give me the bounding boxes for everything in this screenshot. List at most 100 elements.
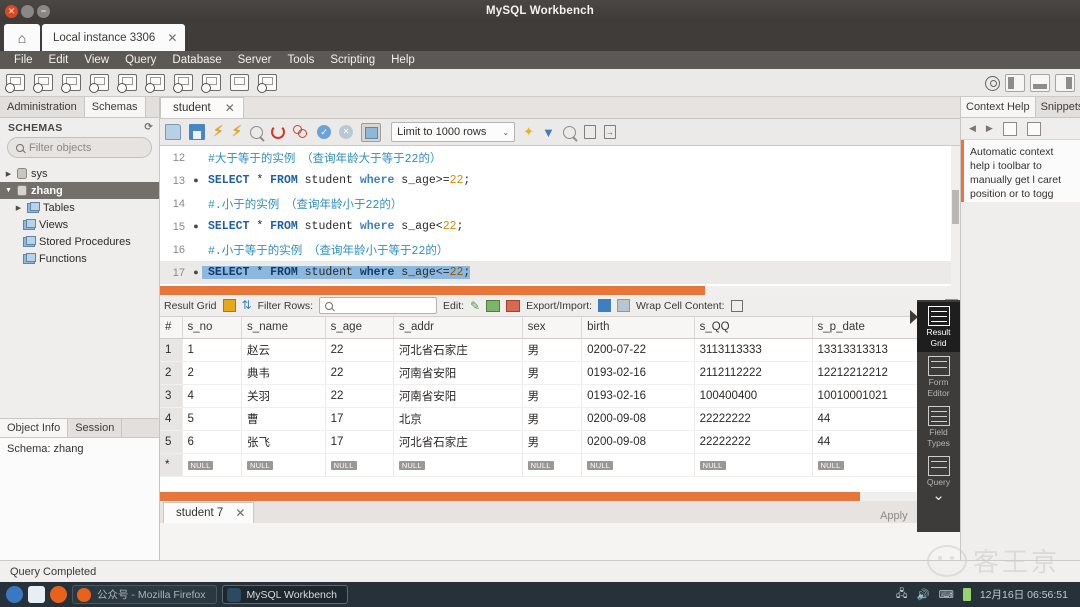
autocommit-icon[interactable] <box>361 122 382 142</box>
menu-help[interactable]: Help <box>383 53 423 67</box>
table-cell[interactable]: 22 <box>325 384 394 408</box>
tree-node-sys[interactable]: ▶ sys <box>0 165 159 182</box>
table-cell[interactable]: 关羽 <box>241 384 326 408</box>
view-form-editor[interactable]: Form Editor <box>917 352 960 402</box>
grid-horizontal-scrollbar[interactable] <box>160 492 960 501</box>
null-cell[interactable]: NULL <box>581 453 695 477</box>
table-cell[interactable]: 0200-09-08 <box>581 430 695 454</box>
menu-database[interactable]: Database <box>164 53 229 67</box>
sidebar-tab-administration[interactable]: Administration <box>0 97 85 117</box>
table-cell[interactable]: 河北省石家庄 <box>393 430 523 454</box>
tree-node-zhang[interactable]: ▼ zhang <box>0 182 159 199</box>
stop-icon[interactable] <box>271 125 286 139</box>
table-cell[interactable]: 0200-09-08 <box>581 407 695 431</box>
chevron-right-icon[interactable]: ▶ <box>4 170 13 178</box>
table-row[interactable]: 4 5 曹 17 北京男 0200-09-08 22222222 44 <box>160 407 960 431</box>
chevron-right-icon[interactable]: ▶ <box>14 204 23 212</box>
menu-view[interactable]: View <box>76 53 117 67</box>
close-icon[interactable]: ✕ <box>235 506 245 520</box>
new-function-icon[interactable] <box>201 74 221 93</box>
table-cell[interactable]: 17 <box>325 407 394 431</box>
result-grid[interactable]: # s_no s_name s_age s_addr sex birth s_QQ s_p_da… <box>160 317 960 492</box>
table-cell[interactable]: 22222222 <box>694 407 813 431</box>
code-line[interactable]: 16 #.小于等于的实例 （查询年龄小于等于22的） <box>160 238 960 261</box>
manual-help-icon[interactable] <box>1002 121 1017 136</box>
tree-node-views[interactable]: Views <box>0 216 159 233</box>
table-row[interactable]: 1 1 赵云 22 河北省石家庄男 0200-07-22 3113113333 1331331… <box>160 338 960 362</box>
column-header[interactable]: s_addr <box>393 317 523 339</box>
table-cell[interactable]: 5 <box>182 407 243 431</box>
table-cell[interactable]: 0193-02-16 <box>581 361 695 385</box>
menu-tools[interactable]: Tools <box>280 53 323 67</box>
code-line[interactable]: 13 ● SELECT * FROM student where s_age>=22… <box>160 169 960 192</box>
open-sql-script-icon[interactable] <box>33 74 53 93</box>
chevron-down-icon[interactable]: ⌄ <box>932 488 945 503</box>
editor-horizontal-scrollbar[interactable] <box>160 286 960 295</box>
sidebar-tab-schemas[interactable]: Schemas <box>84 97 146 117</box>
table-cell[interactable]: 河北省石家庄 <box>393 338 523 362</box>
column-header[interactable]: # <box>160 317 183 339</box>
execute-icon[interactable]: ⚡ <box>213 124 224 140</box>
table-cell[interactable]: 0200-07-22 <box>581 338 695 362</box>
editor-vertical-scrollbar[interactable] <box>951 146 960 286</box>
column-header[interactable]: birth <box>581 317 695 339</box>
new-row[interactable]: * NULL NULL NULL NULL NULL NULL NULL NULL <box>160 453 960 477</box>
view-field-types[interactable]: Field Types <box>917 402 960 452</box>
table-cell[interactable]: 男 <box>522 384 583 408</box>
new-view-icon[interactable] <box>145 74 165 93</box>
find-icon[interactable]: ▼ <box>542 125 555 140</box>
commit-icon[interactable] <box>317 125 332 139</box>
import-records-icon[interactable] <box>617 299 631 312</box>
volume-icon[interactable]: 🔊 <box>917 588 930 601</box>
clock[interactable]: 12月16日 06:56:51 <box>980 587 1068 602</box>
wrap-cell-icon[interactable] <box>730 299 743 312</box>
code-line[interactable]: 17 ● SELECT * FROM student where s_age<=22… <box>160 261 960 284</box>
close-icon[interactable]: ✕ <box>167 31 177 45</box>
result-tab-student-7[interactable]: student 7 ✕ <box>163 502 255 523</box>
chevron-down-icon[interactable]: ▼ <box>4 187 13 194</box>
close-icon[interactable]: ✕ <box>225 101 235 115</box>
null-cell[interactable]: NULL <box>325 453 394 477</box>
view-query-stats[interactable]: Query ⌄ <box>917 452 960 504</box>
code-line[interactable]: 15 ● SELECT * FROM student where s_age<22; <box>160 215 960 238</box>
filter-icon[interactable]: ⇅ <box>242 299 252 312</box>
table-cell[interactable]: 1 <box>182 338 243 362</box>
table-cell[interactable]: 典韦 <box>241 361 326 385</box>
filter-rows-input[interactable] <box>319 297 438 314</box>
save-file-icon[interactable] <box>189 124 205 140</box>
table-cell[interactable]: 曹 <box>241 407 326 431</box>
inspector-icon[interactable] <box>230 74 249 91</box>
code-line[interactable]: 14 #.小于的实例 （查询年龄小于22的） <box>160 192 960 215</box>
column-header[interactable]: s_QQ <box>694 317 813 339</box>
new-procedure-icon[interactable] <box>173 74 193 93</box>
menu-query[interactable]: Query <box>117 53 164 67</box>
table-cell[interactable]: 河南省安阳 <box>393 384 523 408</box>
stop-on-error-icon[interactable] <box>293 125 309 139</box>
row-limit-select[interactable]: Limit to 1000 rows ⌄ <box>391 122 516 142</box>
menu-server[interactable]: Server <box>230 53 280 67</box>
column-header[interactable]: s_name <box>241 317 326 339</box>
table-cell[interactable]: 河南省安阳 <box>393 361 523 385</box>
edit-pencil-icon[interactable]: ✎ <box>470 299 480 313</box>
beautify-icon[interactable]: ✦ <box>523 124 534 140</box>
table-cell[interactable]: 4 <box>182 384 243 408</box>
apply-button[interactable]: Apply <box>880 510 908 522</box>
table-row[interactable]: 2 2 典韦 22 河南省安阳男 0193-02-16 2112112222 12212212… <box>160 361 960 385</box>
table-cell[interactable]: 3113113333 <box>694 338 813 362</box>
auto-help-toggle-icon[interactable] <box>1026 121 1041 136</box>
menu-scripting[interactable]: Scripting <box>322 53 383 67</box>
taskbar-window-workbench[interactable]: MySQL Workbench <box>221 585 348 604</box>
toggle-secondary-sidebar-icon[interactable] <box>1055 74 1075 92</box>
table-row[interactable]: 3 4 关羽 22 河南省安阳男 0193-02-16 100400400 100100010… <box>160 384 960 408</box>
table-cell[interactable]: 22222222 <box>694 430 813 454</box>
home-tab[interactable]: ⌂ <box>4 24 40 51</box>
taskbar-window-firefox[interactable]: 公众号 - Mozilla Firefox <box>72 585 217 604</box>
menu-file[interactable]: File <box>6 53 41 67</box>
keyboard-icon[interactable]: ⌨ <box>939 589 954 601</box>
insert-row-icon[interactable] <box>486 299 501 312</box>
refresh-icon[interactable]: ⟳ <box>144 122 153 133</box>
table-cell[interactable]: 张飞 <box>241 430 326 454</box>
table-cell[interactable]: 100400400 <box>694 384 813 408</box>
filter-objects-input[interactable]: Filter objects <box>7 137 152 158</box>
table-cell[interactable]: 17 <box>325 430 394 454</box>
